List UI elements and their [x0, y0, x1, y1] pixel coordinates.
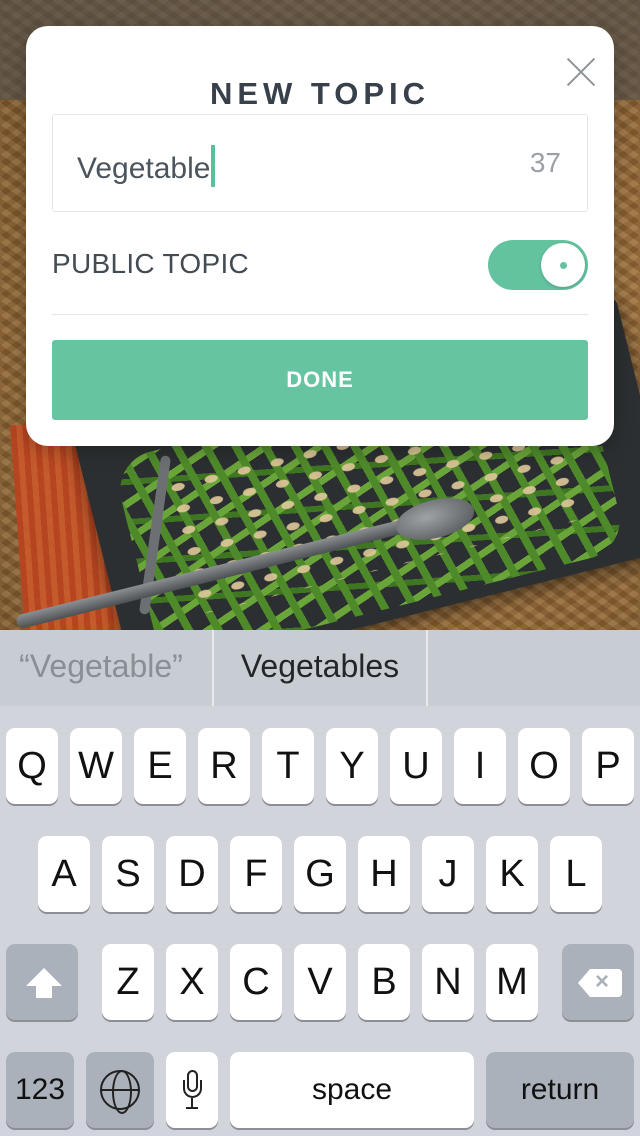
public-topic-toggle[interactable] [488, 240, 588, 290]
key-r[interactable]: R [198, 728, 250, 804]
modal-title: NEW TOPIC [209, 76, 431, 111]
topic-name-input[interactable]: Vegetable 37 [52, 114, 588, 212]
key-a[interactable]: A [38, 836, 90, 912]
toggle-knob [541, 243, 585, 287]
backspace-icon-tip [578, 969, 590, 997]
key-g[interactable]: G [294, 836, 346, 912]
topic-input-value: Vegetable [77, 145, 216, 187]
close-icon[interactable] [562, 52, 600, 90]
suggestion-original[interactable]: “Vegetable” [0, 630, 212, 706]
microphone-icon-base [186, 1107, 198, 1109]
key-z[interactable]: Z [102, 944, 154, 1020]
toggle-dot-icon [560, 262, 567, 269]
microphone-icon [183, 1070, 202, 1110]
key-i[interactable]: I [454, 728, 506, 804]
key-j[interactable]: J [422, 836, 474, 912]
key-s[interactable]: S [102, 836, 154, 912]
public-topic-label: PUBLIC TOPIC [52, 248, 250, 279]
numbers-key[interactable]: 123 [6, 1052, 74, 1128]
key-m[interactable]: M [486, 944, 538, 1020]
text-caret [211, 145, 216, 187]
key-y[interactable]: Y [326, 728, 378, 804]
key-u[interactable]: U [390, 728, 442, 804]
divider [52, 314, 588, 315]
key-v[interactable]: V [294, 944, 346, 1020]
key-c[interactable]: C [230, 944, 282, 1020]
keyboard: Q W E R T Y U I O P A S D F G H J K L Z … [0, 706, 640, 1136]
return-key[interactable]: return [486, 1052, 634, 1128]
backspace-icon: × [578, 968, 622, 997]
key-d[interactable]: D [166, 836, 218, 912]
globe-key[interactable] [86, 1052, 154, 1128]
microphone-icon-cup [183, 1080, 202, 1098]
dictation-key[interactable] [166, 1052, 218, 1128]
space-key[interactable]: space [230, 1052, 474, 1128]
backspace-icon-x: × [595, 968, 610, 995]
key-h[interactable]: H [358, 836, 410, 912]
remaining-char-count: 37 [529, 147, 561, 178]
globe-icon [100, 1070, 140, 1114]
backspace-key[interactable]: × [562, 944, 634, 1020]
key-l[interactable]: L [550, 836, 602, 912]
shift-key[interactable] [6, 944, 78, 1020]
key-f[interactable]: F [230, 836, 282, 912]
key-e[interactable]: E [134, 728, 186, 804]
keyboard-suggestion-bar: “Vegetable” Vegetables [0, 630, 640, 706]
new-topic-modal: NEW TOPIC Vegetable 37 PUBLIC TOPIC DONE [26, 26, 614, 446]
key-p[interactable]: P [582, 728, 634, 804]
shift-icon [26, 968, 62, 998]
key-b[interactable]: B [358, 944, 410, 1020]
key-x[interactable]: X [166, 944, 218, 1020]
key-k[interactable]: K [486, 836, 538, 912]
key-q[interactable]: Q [6, 728, 58, 804]
key-o[interactable]: O [518, 728, 570, 804]
suggestion-vegetables[interactable]: Vegetables [214, 630, 426, 706]
key-n[interactable]: N [422, 944, 474, 1020]
suggestion-divider [426, 630, 428, 706]
done-button[interactable]: DONE [52, 340, 588, 420]
key-w[interactable]: W [70, 728, 122, 804]
key-t[interactable]: T [262, 728, 314, 804]
